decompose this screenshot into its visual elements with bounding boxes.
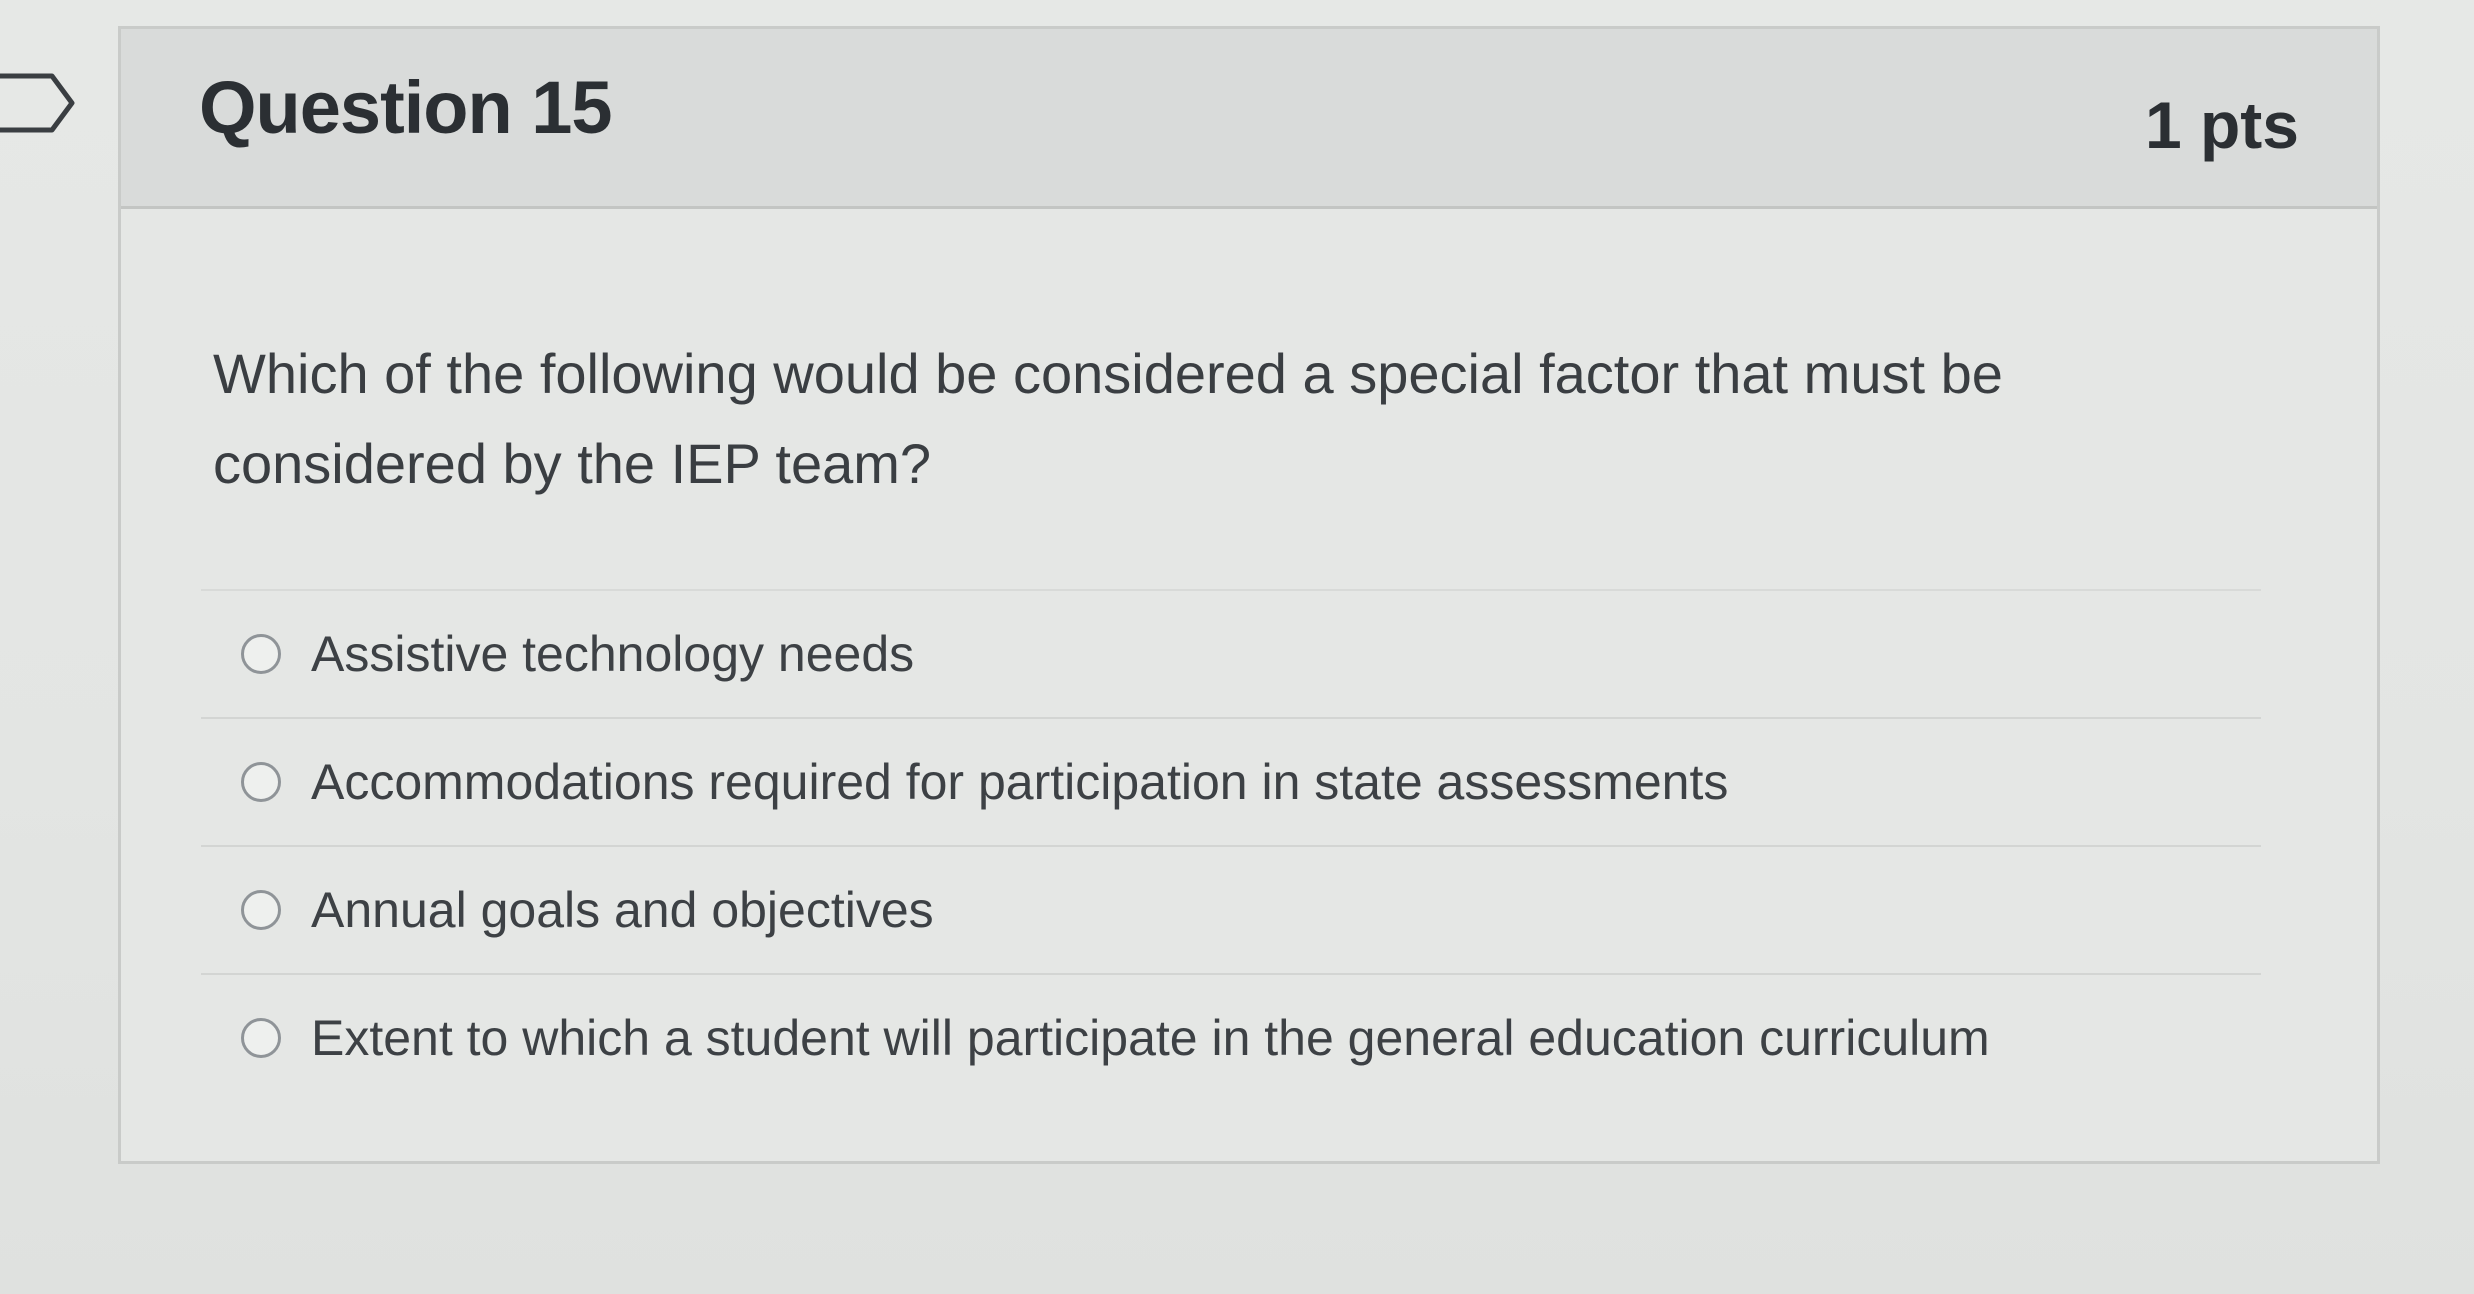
- question-card: Question 15 1 pts Which of the following…: [118, 26, 2380, 1164]
- answer-label: Annual goals and objectives: [311, 882, 934, 938]
- answer-option[interactable]: Assistive technology needs: [201, 589, 2261, 717]
- answer-label: Accommodations required for participatio…: [311, 754, 1729, 810]
- answer-option[interactable]: Annual goals and objectives: [201, 845, 2261, 973]
- question-header: Question 15 1 pts: [121, 29, 2377, 209]
- question-text: Which of the following would be consider…: [213, 342, 2003, 495]
- quiz-screen: Question 15 1 pts Which of the following…: [0, 0, 2474, 1294]
- answer-label: Extent to which a student will participa…: [311, 1010, 1990, 1066]
- radio-button[interactable]: [241, 634, 281, 674]
- question-title: Question 15: [199, 66, 613, 149]
- flag-question-icon[interactable]: [0, 72, 78, 134]
- answer-option[interactable]: Extent to which a student will participa…: [201, 973, 2261, 1101]
- answer-label: Assistive technology needs: [311, 626, 915, 682]
- answer-list: Assistive technology needs Accommodation…: [201, 589, 2261, 1101]
- radio-button[interactable]: [241, 762, 281, 802]
- radio-button[interactable]: [241, 890, 281, 930]
- answer-option[interactable]: Accommodations required for participatio…: [201, 717, 2261, 845]
- radio-button[interactable]: [241, 1018, 281, 1058]
- question-points: 1 pts: [2144, 88, 2299, 162]
